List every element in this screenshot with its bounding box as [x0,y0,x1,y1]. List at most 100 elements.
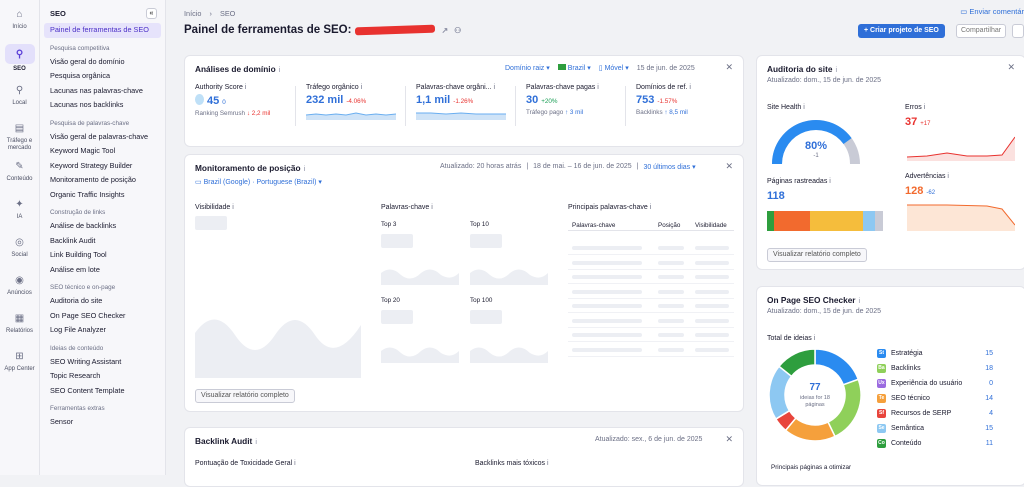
sidebar-item[interactable]: Análise de backlinks [40,219,165,234]
donut-center-sub: ideias for 18 páginas [800,395,830,408]
warnings-label: Advertências i [905,173,949,180]
feedback-link[interactable]: ▭ Enviar comentár [960,7,1024,16]
location-select[interactable]: ▭ Brazil (Google) · Portuguese (Brazil) … [195,178,322,186]
category-badge-icon: Se [877,424,886,433]
kpi-authority-score[interactable]: Authority Score i 45 0 Ranking Semrush ↓ … [195,84,305,117]
users-icon[interactable]: ⚇ [454,26,461,35]
rail-item-3[interactable]: ▤ Tráfego e mercado [0,120,39,152]
legend-label: Recursos de SERP [891,410,952,417]
country-select[interactable]: Brazil ▾ [557,64,591,72]
rail-item-8[interactable]: ▦ Relatórios [0,310,39,342]
sidebar-item[interactable]: Visão geral do domínio [40,55,165,70]
view-full-report-button[interactable]: Visualizar relatório completo [195,389,295,403]
rail-item-1[interactable]: ⚲ SEO [0,44,39,76]
rail-item-label: SEO [13,66,26,72]
create-project-button[interactable]: + Criar projeto de SEO [858,24,945,38]
sidebar-section-label: Pesquisa de palavras-chave [50,119,130,127]
sidebar-item[interactable]: On Page SEO Checker [40,309,165,324]
sidebar-item[interactable]: Backlink Audit [40,234,165,249]
warnings-value[interactable]: 128 [905,185,923,197]
close-icon[interactable]: ✕ [725,62,733,73]
rail-item-2[interactable]: ⚲ Local [0,82,39,114]
monitor-icon: ▭ [195,179,202,186]
sidebar-item[interactable]: Link Building Tool [40,248,165,263]
errors-value[interactable]: 37 [905,116,917,128]
more-button[interactable] [1012,24,1024,38]
kpi-organic-keywords[interactable]: Palavras-chave orgâni... i 1,1 mil -1.26% [416,84,526,122]
reports-icon: ▦ [14,312,25,324]
legend-count: 15 [985,425,993,432]
legend-label: Backlinks [891,365,921,372]
sidebar-item[interactable]: Organic Traffic Insights [40,188,165,203]
legend-row[interactable]: Co Conteúdo 11 [877,439,993,448]
chevron-right-icon: › [209,9,212,18]
info-icon: i [244,84,247,91]
sidebar-item[interactable]: Keyword Magic Tool [40,144,165,159]
main-keywords-label: Principais palavras-chave i [568,204,652,211]
view-full-report-button[interactable]: Visualizar relatório completo [767,248,867,262]
rail-item-4[interactable]: ✎ Conteúdo [0,158,39,190]
rail-item-9[interactable]: ⊞ App Center [0,348,39,380]
close-icon[interactable]: ✕ [725,434,733,445]
legend-count: 11 [985,440,993,447]
kpi-referring-domains[interactable]: Domínios de ref. i 753 -1.57% Backlinks ↑… [636,84,746,116]
rail-item-7[interactable]: ◉ Anúncios [0,272,39,304]
close-icon[interactable]: ✕ [1007,62,1015,73]
legend-row[interactable]: Se Semântica 15 [877,424,993,433]
card-title: Análises de domínio i [195,64,281,74]
root-domain-select[interactable]: Domínio raiz ▾ [505,64,550,72]
legend-row[interactable]: Te SEO técnico 14 [877,394,993,403]
page-title: Painel de ferramentas de SEO: ↗ ⚇ [184,24,461,36]
sidebar-item[interactable]: Visão geral de palavras-chave [40,130,165,145]
sidebar-item[interactable]: Auditoria do site [40,294,165,309]
rail-item-6[interactable]: ◎ Social [0,234,39,266]
close-icon[interactable]: ✕ [725,161,733,172]
legend-row[interactable]: Ba Backlinks 18 [877,364,993,373]
card-title: Auditoria do site i [767,64,838,74]
traffic-icon: ▤ [14,122,25,134]
device-select[interactable]: ▯ Móvel ▾ [599,64,629,72]
sidebar-item[interactable]: Análise em lote [40,263,165,278]
rail-item-5[interactable]: ✦ IA [0,196,39,228]
sidebar-item[interactable]: Painel de ferramentas de SEO [44,23,161,38]
seo-sidebar: SEO « Painel de ferramentas de SEO Pesqui… [40,0,166,475]
keyword-row-placeholder [568,241,734,255]
sidebar-item[interactable]: SEO Writing Assistant [40,355,165,370]
top3-placeholder [381,269,459,285]
share-button[interactable]: Compartilhar [956,24,1007,38]
breadcrumb-home[interactable]: Início [184,9,201,18]
legend-row[interactable]: Ux Experiência do usuário 0 [877,379,993,388]
legend-row[interactable]: Sf Recursos de SERP 4 [877,409,993,418]
kpi-paid-keywords[interactable]: Palavras-chave pagas i 30 +20% Tráfego pa… [526,84,636,116]
sidebar-item[interactable]: Topic Research [40,369,165,384]
authority-circle-icon [195,94,204,105]
sidebar-item[interactable]: SEO Content Template [40,384,165,399]
sidebar-item[interactable]: Lacunas nos backlinks [40,98,165,113]
external-link-icon[interactable]: ↗ [441,26,448,35]
breadcrumb-current: SEO [219,9,236,18]
sidebar-item[interactable]: Monitoramento de posição [40,173,165,188]
location-pin-icon: ⚲ [15,84,24,96]
legend-row[interactable]: St Estratégia 15 [877,349,993,358]
sidebar-item[interactable]: Sensor [40,415,165,430]
crawled-pages-value[interactable]: 118 [767,190,785,202]
legend-count: 14 [985,395,993,402]
keywords-label: Palavras-chave i [381,204,433,211]
kpi-organic-traffic[interactable]: Tráfego orgânico i 232 mil -4.06% [305,84,416,122]
sidebar-item[interactable]: Log File Analyzer [40,323,165,338]
sidebar-item[interactable]: Pesquisa orgânica [40,69,165,84]
breadcrumb: Início › SEO [184,9,241,18]
sidebar-item[interactable]: Lacunas nas palavras-chave [40,84,165,99]
top10-placeholder [470,269,548,285]
rail-item-0[interactable]: ⌂ Início [0,6,39,38]
period-select[interactable]: 30 últimos dias ▾ [643,163,695,171]
legend-label: Semântica [891,425,925,432]
top100-placeholder [470,347,548,363]
position-tracking-card: Monitoramento de posição i Atualizado: 20… [184,154,744,412]
sidebar-item[interactable]: Keyword Strategy Builder [40,159,165,174]
top10-label: Top 10 [470,221,489,228]
errors-label: Erros i [905,104,926,111]
keyword-row-placeholder [568,314,734,328]
collapse-sidebar-icon[interactable]: « [146,8,157,19]
keyword-row-placeholder [568,285,734,299]
